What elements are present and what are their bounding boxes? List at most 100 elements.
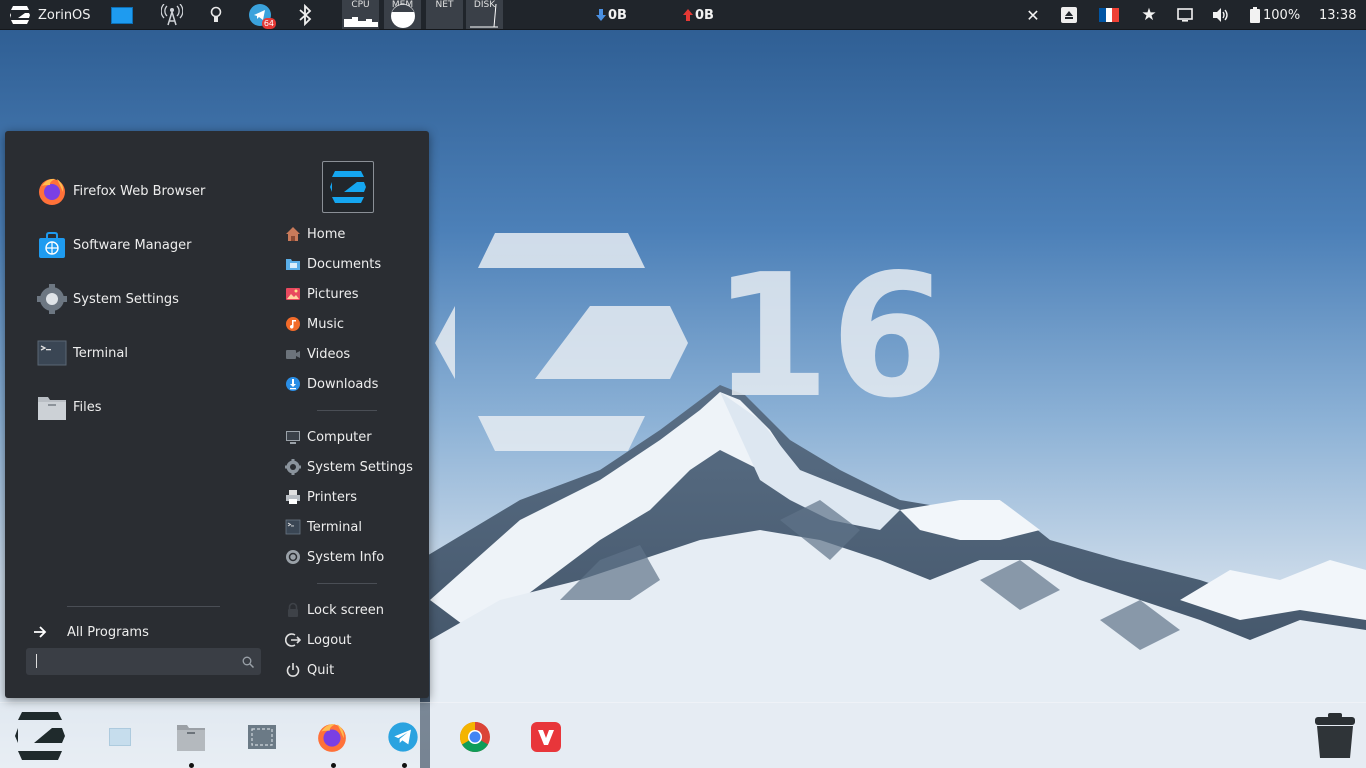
show-desktop-applet[interactable] — [108, 0, 136, 30]
dock-chrome[interactable] — [455, 717, 495, 757]
software-manager-icon — [39, 232, 65, 258]
menu-zorin-logo-button[interactable] — [322, 161, 374, 213]
place-music[interactable]: Music — [285, 312, 344, 336]
lock-icon — [288, 602, 298, 617]
download-speed-value: 0B — [608, 7, 627, 23]
zorin-menu-button[interactable]: ZorinOS — [8, 0, 91, 30]
system-settings-label: System Settings — [307, 459, 413, 475]
download-arrow-icon — [596, 9, 606, 21]
dock-show-desktop[interactable] — [100, 717, 140, 757]
printer-icon — [286, 490, 300, 504]
fav-firefox[interactable]: Firefox Web Browser — [37, 174, 205, 208]
telegram-running-indicator — [402, 763, 407, 768]
top-panel: ZorinOS 64 CPU NET DISK 0B 0B ✕ ★ 100% 1… — [0, 0, 1366, 30]
text-cursor — [36, 654, 37, 668]
home-icon — [286, 227, 300, 241]
network-antenna-applet[interactable] — [158, 0, 186, 30]
close-applet[interactable]: ✕ — [1019, 0, 1047, 30]
battery-icon — [1250, 7, 1260, 23]
session-quit[interactable]: Quit — [285, 658, 334, 682]
dock-firefox[interactable] — [312, 717, 352, 757]
system-printers-label: Printers — [307, 489, 358, 505]
fav-system-settings[interactable]: System Settings — [37, 282, 179, 316]
session-lock-label: Lock screen — [307, 602, 384, 618]
search-button[interactable] — [235, 648, 261, 675]
fav-software-manager[interactable]: Software Manager — [37, 228, 191, 262]
place-downloads[interactable]: Downloads — [285, 372, 378, 396]
dock-screenshot[interactable] — [242, 717, 282, 757]
volume-applet[interactable] — [1207, 0, 1235, 30]
telegram-tray-applet[interactable]: 64 — [246, 0, 276, 30]
disk-monitor[interactable]: DISK — [466, 0, 504, 29]
place-pictures[interactable]: Pictures — [285, 282, 358, 306]
show-desktop-icon — [109, 728, 131, 746]
zorin-menu-icon — [330, 171, 366, 203]
bluetooth-applet[interactable] — [291, 0, 319, 30]
dock-vivaldi[interactable] — [526, 717, 566, 757]
fav-software-manager-label: Software Manager — [73, 237, 192, 253]
fav-system-settings-label: System Settings — [73, 291, 179, 307]
files-running-indicator — [189, 763, 194, 768]
documents-icon — [286, 259, 300, 270]
system-computer[interactable]: Computer — [285, 425, 372, 449]
firefox-icon — [39, 178, 65, 205]
system-printers[interactable]: Printers — [285, 485, 357, 509]
system-info[interactable]: System Info — [285, 545, 384, 569]
network-monitor-label: NET — [435, 0, 454, 10]
cpu-monitor[interactable]: CPU — [342, 0, 380, 29]
favorites-applet[interactable]: ★ — [1135, 0, 1163, 30]
display-icon — [1177, 8, 1193, 22]
star-icon: ★ — [1141, 5, 1157, 25]
logout-icon — [285, 633, 301, 647]
all-programs-label: All Programs — [67, 624, 149, 640]
fav-files[interactable]: Files — [37, 390, 102, 424]
dock-files[interactable] — [171, 717, 211, 757]
cpu-monitor-label: CPU — [351, 0, 370, 10]
search-box — [26, 648, 261, 675]
power-icon — [286, 663, 300, 677]
music-icon — [286, 317, 300, 331]
dock-trash[interactable] — [1310, 711, 1360, 761]
memory-pie — [391, 4, 415, 28]
network-monitor[interactable]: NET — [426, 0, 464, 29]
system-separator — [317, 583, 377, 584]
dock-zorin-menu[interactable] — [10, 708, 70, 764]
all-programs-button[interactable]: All Programs — [33, 622, 149, 642]
keyboard-layout-applet[interactable] — [1095, 0, 1123, 30]
disk-graph — [470, 3, 498, 28]
place-documents[interactable]: Documents — [285, 252, 381, 276]
system-terminal-label: Terminal — [307, 519, 362, 535]
battery-applet[interactable]: 100% — [1250, 0, 1300, 30]
system-info-icon — [286, 550, 300, 564]
session-lock-screen[interactable]: Lock screen — [285, 598, 384, 622]
battery-percent: 100% — [1263, 7, 1301, 23]
start-menu: Firefox Web Browser Software Manager Sys… — [5, 131, 429, 698]
upload-speed: 0B — [683, 0, 714, 30]
indicator-applet[interactable] — [202, 0, 230, 30]
place-videos[interactable]: Videos — [285, 342, 350, 366]
place-documents-label: Documents — [307, 256, 382, 272]
menu-button-label: ZorinOS — [38, 7, 91, 23]
search-input[interactable] — [26, 648, 235, 675]
place-home[interactable]: Home — [285, 222, 345, 246]
fav-terminal[interactable]: Terminal — [37, 336, 128, 370]
firefox-icon — [318, 724, 346, 752]
dock-telegram[interactable] — [383, 717, 423, 757]
close-icon: ✕ — [1026, 5, 1040, 25]
system-settings[interactable]: System Settings — [285, 455, 413, 479]
system-terminal[interactable]: Terminal — [285, 515, 362, 539]
french-flag-icon — [1099, 8, 1120, 22]
chrome-icon — [459, 722, 490, 753]
fav-files-label: Files — [73, 399, 102, 415]
bluetooth-icon — [299, 4, 312, 26]
settings-gear-icon — [37, 284, 67, 314]
upload-arrow-icon — [683, 9, 693, 21]
place-pictures-label: Pictures — [307, 286, 359, 302]
session-logout[interactable]: Logout — [285, 628, 352, 652]
clock-applet[interactable]: 13:38 — [1319, 0, 1356, 30]
memory-monitor[interactable]: MEM — [384, 0, 422, 29]
downloads-icon — [286, 377, 300, 391]
eject-applet[interactable] — [1055, 0, 1083, 30]
display-applet[interactable] — [1171, 0, 1199, 30]
session-quit-label: Quit — [307, 662, 335, 678]
